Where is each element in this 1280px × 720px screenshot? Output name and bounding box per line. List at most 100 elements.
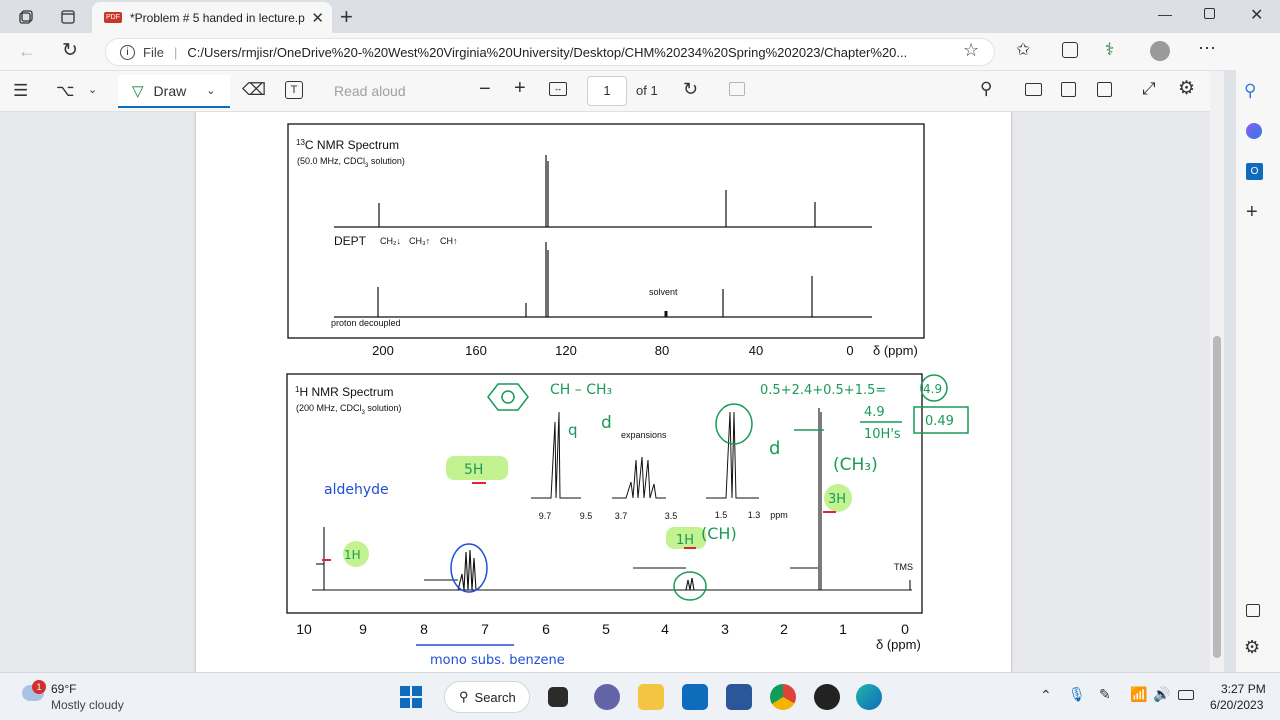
h1-tick: 2 <box>780 621 788 637</box>
profile-avatar[interactable] <box>1150 41 1170 61</box>
word-icon[interactable] <box>726 684 752 710</box>
page-number-input[interactable]: 1 <box>587 76 627 106</box>
chrome-icon[interactable] <box>770 684 796 710</box>
file-explorer-icon[interactable] <box>638 684 664 710</box>
ink-q: q <box>568 421 578 439</box>
dept-ch2-label: CH₂↓ <box>380 236 401 246</box>
h1-tick: 5 <box>602 621 610 637</box>
favorite-star-icon[interactable]: ☆ <box>963 40 979 61</box>
h1-axis-ticks: 10 9 8 7 6 5 4 3 2 1 0 <box>296 621 909 637</box>
ink-5h: 5H <box>464 462 483 478</box>
active-tab[interactable]: PDF *Problem # 5 handed in lecture.p ✕ <box>92 2 332 33</box>
favorites-icon[interactable]: ✩ <box>1016 40 1030 60</box>
ink-sum: 0.5+2.4+0.5+1.5= <box>760 383 886 398</box>
sidebar-settings-icon[interactable]: ⚙ <box>1244 637 1260 658</box>
c13-axis-ticks: 200 160 120 80 40 0 <box>372 343 853 358</box>
close-window-icon[interactable]: ✕ <box>1250 5 1263 25</box>
highlight-dropdown-icon[interactable]: ⌄ <box>88 83 97 96</box>
draw-label: Draw <box>153 82 187 99</box>
ink-sum-total: 4.9 <box>923 382 942 396</box>
settings-icon[interactable]: ⚙ <box>1178 77 1195 100</box>
back-icon[interactable]: ← <box>18 41 36 62</box>
h1-axis-label: δ (ppm) <box>876 637 921 652</box>
ink-1h-ch: 1H <box>676 533 694 548</box>
vertical-scrollbar[interactable] <box>1210 71 1224 672</box>
h1-tick: 6 <box>542 621 550 637</box>
h1-tick: 3 <box>721 621 729 637</box>
pdf-page: 13C NMR Spectrum (50.0 MHz, CDCl3 soluti… <box>196 112 1011 672</box>
pen-icon[interactable]: ✎ <box>1099 686 1111 703</box>
weather-temp[interactable]: 69°F <box>51 682 76 696</box>
weather-badge: 1 <box>32 680 46 694</box>
start-icon[interactable] <box>400 686 422 708</box>
weather-condition[interactable]: Mostly cloudy <box>51 698 124 712</box>
obs-icon[interactable] <box>814 684 840 710</box>
more-menu-icon[interactable]: ⋯ <box>1198 38 1216 59</box>
tab-actions-icon[interactable] <box>58 7 78 27</box>
ink-d: d <box>769 438 780 459</box>
h1-spectrum-trace <box>312 408 912 591</box>
wifi-icon[interactable]: 📶 <box>1130 686 1147 703</box>
volume-icon[interactable]: 🔊 <box>1153 686 1170 703</box>
exp-tick: 3.5 <box>665 511 678 521</box>
exp-tick: 9.7 <box>539 511 552 521</box>
fullscreen-icon[interactable]: ⤢ <box>1142 79 1156 99</box>
pdf-file-icon: PDF <box>104 12 122 23</box>
hide-sidebar-icon[interactable] <box>1246 604 1260 617</box>
erase-icon[interactable]: ⌫ <box>242 80 266 100</box>
edge-icon[interactable] <box>856 684 882 710</box>
h1-tick: 7 <box>481 621 489 637</box>
search-sidebar-icon[interactable]: ⚲ <box>1244 81 1256 101</box>
shopping-icon[interactable] <box>1246 123 1262 139</box>
taskbar: 1 69°F Mostly cloudy ⚲ Search ⌃ 🎙 ✎ 📶 🔊 … <box>0 672 1280 720</box>
contents-icon[interactable]: ☰ <box>13 81 28 101</box>
fit-width-icon[interactable]: ↔ <box>549 82 567 96</box>
ink-circle-ch <box>673 571 707 601</box>
c13-title: 13C NMR Spectrum <box>296 138 399 152</box>
read-aloud-button[interactable]: Read aloud <box>334 83 406 99</box>
c13-tick: 160 <box>465 343 487 358</box>
rotate-icon[interactable]: ↻ <box>683 79 698 100</box>
zoom-out-icon[interactable]: − <box>479 78 491 101</box>
collections-icon[interactable] <box>1062 42 1078 58</box>
tms-label: TMS <box>894 562 913 572</box>
clock-time[interactable]: 3:27 PM <box>1221 682 1266 696</box>
info-icon[interactable]: i <box>120 44 135 60</box>
save-as-icon[interactable] <box>1097 82 1112 97</box>
highlight-icon[interactable]: ⌥ <box>56 81 74 101</box>
pdf-viewer[interactable]: 13C NMR Spectrum (50.0 MHz, CDCl3 soluti… <box>0 112 1210 672</box>
h1-tick: 0 <box>901 621 909 637</box>
restore-icon[interactable] <box>1204 8 1215 19</box>
close-tab-icon[interactable]: ✕ <box>311 9 324 27</box>
find-icon[interactable]: ⚲ <box>980 79 992 99</box>
url-text: C:/Users/rmjisr/OneDrive%20-%20West%20Vi… <box>187 44 908 60</box>
print-icon[interactable] <box>1025 83 1042 96</box>
microphone-icon[interactable]: 🎙 <box>1068 686 1086 703</box>
zoom-in-icon[interactable]: + <box>514 77 526 100</box>
refresh-icon[interactable]: ↻ <box>62 39 78 62</box>
new-tab-icon[interactable]: + <box>340 4 353 30</box>
workspaces-icon[interactable] <box>16 7 36 27</box>
minimize-icon[interactable]: — <box>1158 6 1172 22</box>
battery-icon[interactable] <box>1178 690 1194 700</box>
h1-title: 1H NMR Spectrum <box>295 385 393 399</box>
clock-date[interactable]: 6/20/2023 <box>1210 698 1263 712</box>
outlook-taskbar-icon[interactable] <box>682 684 708 710</box>
scrollbar-thumb[interactable] <box>1213 336 1221 658</box>
save-icon[interactable] <box>1061 82 1076 97</box>
outlook-icon[interactable]: O <box>1246 163 1263 180</box>
extensions-icon[interactable]: ⚕ <box>1105 40 1114 60</box>
taskbar-search[interactable]: ⚲ Search <box>444 681 530 713</box>
ink-3h: 3H <box>828 492 846 507</box>
draw-button[interactable]: ▽ Draw ⌄ <box>118 75 230 108</box>
teams-icon[interactable] <box>594 684 620 710</box>
address-bar[interactable]: i File | C:/Users/rmjisr/OneDrive%20-%20… <box>105 38 995 66</box>
task-view-icon[interactable] <box>548 687 568 707</box>
text-icon[interactable]: T <box>285 81 303 99</box>
ink-aldehyde: aldehyde <box>324 482 389 498</box>
h1-subtitle: (200 MHz, CDCl3 solution) <box>296 403 401 416</box>
show-hidden-icons[interactable]: ⌃ <box>1040 687 1052 704</box>
ink-ratio-den: 10H's <box>864 427 901 442</box>
add-sidebar-app-icon[interactable]: + <box>1246 201 1258 224</box>
draw-dropdown-icon[interactable]: ⌄ <box>206 84 215 97</box>
